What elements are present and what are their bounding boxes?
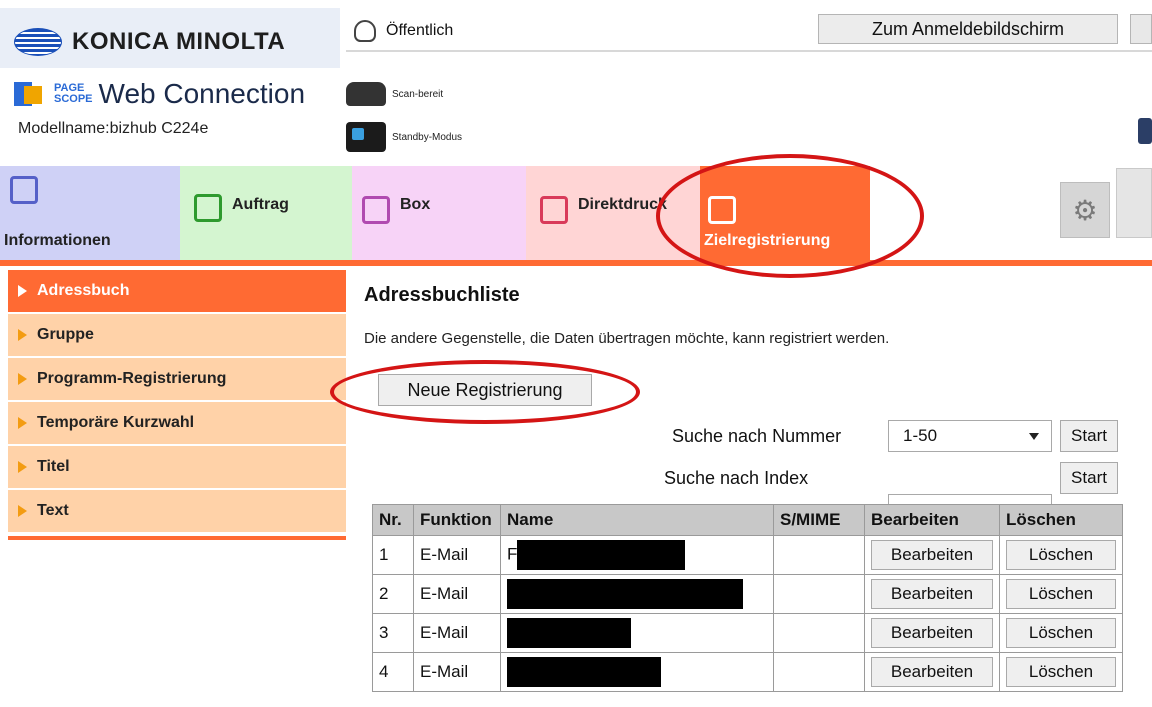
pagescope-icon [14, 80, 48, 108]
arrow-icon [18, 373, 27, 385]
redacted-name [507, 657, 661, 687]
address-table: Nr. Funktion Name S/MIME Bearbeiten Lösc… [372, 504, 1123, 692]
pagescope-logo: PAGE SCOPE Web Connection [14, 78, 305, 110]
edit-button[interactable]: Bearbeiten [871, 579, 993, 609]
model-name: Modellname:bizhub C224e [18, 120, 209, 137]
table-row: 1 E-Mail F Bearbeiten Löschen [372, 535, 1123, 575]
table-row: 4 E-Mail Bearbeiten Löschen [372, 652, 1123, 692]
sidebar-item-programm-registrierung[interactable]: Programm-Registrierung [8, 358, 346, 402]
col-nr: Nr. [372, 504, 414, 536]
redacted-name [507, 618, 631, 648]
box-icon [362, 196, 390, 224]
start-number-button[interactable]: Start [1060, 420, 1118, 452]
name-cell [500, 613, 774, 653]
document-icon [194, 194, 222, 222]
sidebar-end-line [8, 536, 346, 540]
print-icon [540, 196, 568, 224]
more-icon[interactable] [1116, 168, 1152, 238]
start-index-button[interactable]: Start [1060, 462, 1118, 494]
brand-name: KONICA MINOLTA [72, 28, 286, 55]
sidebar-item-gruppe[interactable]: Gruppe [8, 314, 346, 358]
col-name: Name [500, 504, 774, 536]
delete-button[interactable]: Löschen [1006, 618, 1116, 648]
user-mode-label: Öffentlich [386, 22, 454, 39]
page-description: Die andere Gegenstelle, die Daten übertr… [364, 330, 890, 347]
user-icon [354, 20, 376, 42]
tab-informationen[interactable]: Informationen [0, 166, 180, 260]
konica-globe-icon [14, 28, 62, 56]
tab-auftrag[interactable]: Auftrag [180, 166, 352, 260]
product-name: Web Connection [98, 78, 306, 109]
search-number-select[interactable]: 1-50 [888, 420, 1052, 452]
scanner-icon [346, 82, 386, 106]
settings-gear-icon[interactable]: ⚙ [1060, 182, 1110, 238]
arrow-icon [18, 417, 27, 429]
user-mode: Öffentlich [354, 20, 453, 42]
arrow-icon [18, 329, 27, 341]
top-strip [0, 0, 1152, 8]
standby-status-label: Standby-Modus [392, 131, 463, 143]
col-loeschen: Löschen [999, 504, 1123, 536]
edit-button[interactable]: Bearbeiten [871, 657, 993, 687]
sidebar-item-titel[interactable]: Titel [8, 446, 346, 490]
printer-icon [346, 122, 386, 152]
tab-box[interactable]: Box [352, 166, 526, 260]
sidebar-item-temporaere-kurzwahl[interactable]: Temporäre Kurzwahl [8, 402, 346, 446]
redacted-name [517, 540, 686, 570]
sidebar: Adressbuch Gruppe Programm-Registrierung… [8, 270, 346, 540]
page-title: Adressbuchliste [364, 284, 520, 306]
name-cell: F [500, 535, 774, 575]
annotation-ellipse-tab [656, 154, 924, 278]
delete-button[interactable]: Löschen [1006, 579, 1116, 609]
search-index-label: Suche nach Index [664, 468, 809, 488]
scan-status-label: Scan-bereit [392, 88, 444, 100]
redacted-name [507, 579, 743, 609]
col-funktion: Funktion [413, 504, 501, 536]
arrow-icon [18, 505, 27, 517]
col-smime: S/MIME [773, 504, 865, 536]
tab-underline [0, 260, 1152, 266]
table-row: 2 E-Mail Bearbeiten Löschen [372, 574, 1123, 614]
arrow-icon [18, 461, 27, 473]
name-cell [500, 574, 774, 614]
divider [346, 50, 1152, 52]
col-bearbeiten: Bearbeiten [864, 504, 1000, 536]
edit-button[interactable]: Bearbeiten [871, 540, 993, 570]
delete-button[interactable]: Löschen [1006, 540, 1116, 570]
table-header-row: Nr. Funktion Name S/MIME Bearbeiten Lösc… [372, 504, 1123, 536]
brand-logo: KONICA MINOLTA [14, 28, 285, 56]
device-icon[interactable] [1138, 118, 1152, 144]
annotation-ellipse-button [330, 360, 640, 424]
pagescope-wordmark: PAGE SCOPE [54, 82, 93, 105]
table-row: 3 E-Mail Bearbeiten Löschen [372, 613, 1123, 653]
search-number-label: Suche nach Nummer [672, 426, 842, 446]
delete-button[interactable]: Löschen [1006, 657, 1116, 687]
scan-status: Scan-bereit [346, 82, 443, 106]
help-button[interactable] [1130, 14, 1152, 44]
edit-button[interactable]: Bearbeiten [871, 618, 993, 648]
login-screen-button[interactable]: Zum Anmeldebildschirm [818, 14, 1118, 44]
sidebar-item-adressbuch[interactable]: Adressbuch [8, 270, 346, 314]
standby-status: Standby-Modus [346, 122, 462, 152]
chevron-down-icon [1029, 433, 1039, 440]
arrow-icon [18, 285, 27, 297]
info-icon [10, 176, 38, 204]
sidebar-item-text[interactable]: Text [8, 490, 346, 534]
name-cell [500, 652, 774, 692]
